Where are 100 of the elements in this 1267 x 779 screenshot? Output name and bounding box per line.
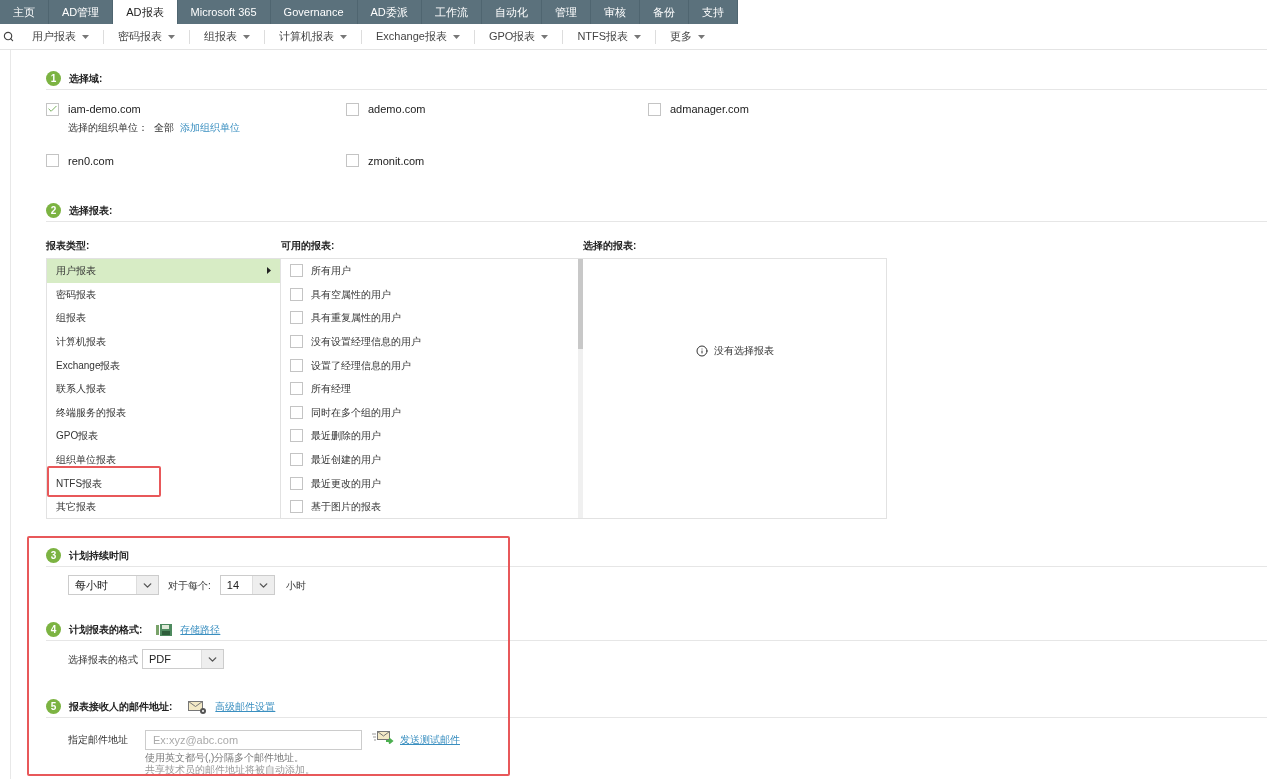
report-type-item[interactable]: 其它报表: [47, 494, 280, 519]
step-number: 2: [46, 203, 61, 218]
step-number: 5: [46, 699, 61, 714]
info-icon: [695, 344, 708, 357]
section-title: 选择域:: [69, 72, 103, 86]
report-label: 所有经理: [311, 382, 351, 397]
report-label: 具有空属性的用户: [311, 287, 391, 302]
report-menu[interactable]: 更多: [656, 28, 720, 45]
advanced-mail-link[interactable]: 高级邮件设置: [215, 699, 276, 714]
report-type-item[interactable]: 密码报表: [47, 282, 280, 307]
checkbox[interactable]: [46, 154, 59, 168]
nav-tab[interactable]: 审核: [590, 0, 640, 24]
report-type-item[interactable]: Exchange报表: [47, 353, 280, 377]
step-number: 3: [46, 548, 61, 563]
caret-icon: [168, 34, 175, 39]
ou-label: 选择的组织单位：: [68, 120, 148, 135]
section-title: 选择报表:: [69, 204, 113, 218]
checkbox[interactable]: [290, 335, 303, 349]
for-each-label: 对于每个:: [168, 578, 211, 593]
hint-text: 共享技术员的邮件地址将被自动添加。: [145, 764, 316, 776]
dropdown[interactable]: 每小时: [68, 575, 159, 595]
folder-save-icon: [156, 622, 173, 637]
report-label: 最近删除的用户: [311, 429, 381, 444]
nav-tab[interactable]: 支持: [688, 0, 738, 24]
format-label: 选择报表的格式: [68, 652, 138, 667]
caret-icon: [340, 34, 347, 39]
nav-tab[interactable]: Microsoft 365: [177, 0, 271, 24]
report-menu[interactable]: Exchange报表: [362, 28, 474, 45]
checkbox[interactable]: [346, 154, 359, 168]
add-ou-link[interactable]: 添加组织单位: [180, 119, 240, 135]
column-header: 报表类型:: [46, 239, 91, 253]
nav-tab[interactable]: AD委派: [357, 0, 422, 24]
report-type-item[interactable]: GPO报表: [47, 424, 280, 448]
caret-icon: [541, 34, 549, 39]
report-type-item[interactable]: 计算机报表: [47, 329, 280, 354]
caret-icon: [452, 34, 460, 39]
checkbox[interactable]: [290, 476, 303, 490]
checkbox[interactable]: [290, 429, 303, 443]
checkbox[interactable]: [290, 500, 303, 514]
checkbox[interactable]: [290, 287, 303, 301]
report-type-item[interactable]: 终端服务的报表: [47, 400, 280, 425]
dropdown[interactable]: 14: [219, 575, 275, 595]
domain-label: ademo.com: [368, 102, 426, 117]
report-menu[interactable]: 组报表: [190, 28, 264, 45]
domain-label: ren0.com: [68, 153, 114, 169]
caret-icon: [698, 34, 706, 39]
report-label: 同时在多个组的用户: [311, 405, 401, 420]
nav-tab[interactable]: 管理: [541, 0, 591, 24]
report-menu[interactable]: 密码报表: [104, 28, 189, 45]
send-mail-icon: [372, 730, 394, 744]
checkbox[interactable]: [290, 382, 303, 396]
checkbox[interactable]: [290, 453, 303, 467]
nav-tab[interactable]: 备份: [639, 0, 689, 24]
empty-message: 没有选择报表: [713, 344, 774, 358]
report-menu[interactable]: 计算机报表: [265, 28, 361, 45]
report-menu[interactable]: GPO报表: [474, 28, 563, 45]
checkbox[interactable]: [290, 405, 303, 419]
report-label: 设置了经理信息的用户: [311, 358, 411, 373]
unit-label: 小时: [285, 578, 306, 593]
nav-tab[interactable]: Governance: [270, 0, 358, 24]
report-type-item[interactable]: NTFS报表: [47, 471, 280, 495]
caret-icon: [243, 34, 250, 39]
step-number: 4: [46, 622, 61, 637]
storage-path-link[interactable]: 存储路径: [180, 622, 221, 637]
domain-label: zmonit.com: [368, 153, 425, 169]
search-icon[interactable]: [3, 31, 14, 42]
domain-label: admanager.com: [670, 102, 749, 117]
email-input[interactable]: Ex:xyz@abc.com: [145, 730, 362, 750]
arrow-right-icon: [267, 267, 271, 275]
send-test-mail-link[interactable]: 发送测试邮件: [400, 732, 460, 747]
report-menu[interactable]: 用户报表: [18, 28, 103, 45]
report-label: 所有用户: [311, 264, 351, 279]
report-label: 没有设置经理信息的用户: [311, 335, 421, 350]
nav-tab[interactable]: AD管理: [49, 0, 114, 24]
section-title: 报表接收人的邮件地址:: [69, 700, 173, 714]
nav-tab[interactable]: 主页: [0, 0, 49, 24]
dropdown[interactable]: PDF: [142, 649, 224, 669]
nav-tab[interactable]: 自动化: [481, 0, 542, 24]
checkbox[interactable]: [648, 102, 661, 116]
report-label: 最近更改的用户: [311, 476, 381, 491]
checkbox[interactable]: [290, 311, 303, 325]
nav-tab[interactable]: 工作流: [421, 0, 482, 24]
checkbox[interactable]: [46, 102, 59, 116]
address-label: 指定邮件地址: [68, 733, 129, 747]
caret-icon: [82, 34, 89, 39]
checkbox[interactable]: [346, 102, 359, 116]
mail-settings-icon: [188, 699, 208, 714]
report-menu[interactable]: NTFS报表: [563, 28, 656, 45]
hint-text: 使用英文都号(,)分隔多个邮件地址。: [145, 752, 306, 764]
checkbox[interactable]: [290, 264, 303, 278]
ou-value: 全部: [154, 120, 174, 135]
report-label: 基于图片的报表: [311, 500, 381, 515]
report-type-item[interactable]: 组报表: [47, 306, 280, 330]
report-type-item[interactable]: 联系人报表: [47, 376, 280, 401]
checkbox[interactable]: [290, 358, 303, 372]
section-title: 计划报表的格式:: [69, 623, 143, 637]
scrollbar[interactable]: [578, 259, 583, 518]
report-type-item[interactable]: 组织单位报表: [47, 447, 280, 472]
report-label: 最近创建的用户: [311, 453, 381, 468]
report-type-item[interactable]: 用户报表: [47, 259, 280, 283]
